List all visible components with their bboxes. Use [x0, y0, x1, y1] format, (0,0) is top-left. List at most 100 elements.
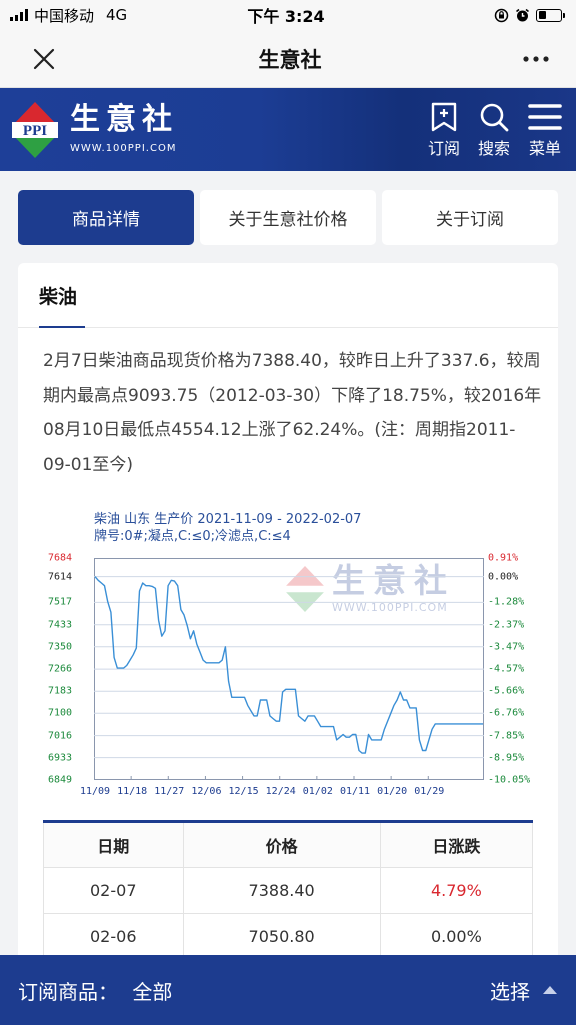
subscription-bottom-bar: 订阅商品： 全部 选择 — [0, 955, 576, 1025]
product-description: 2月7日柴油商品现货价格为7388.40，较昨日上升了337.6，较周期内最高点… — [43, 351, 542, 475]
close-button[interactable] — [24, 39, 64, 79]
y-tick-label: 7350 — [48, 641, 73, 653]
battery-icon — [536, 8, 565, 22]
brand-bar: PPI 生意社 WWW.100PPI.COM 订阅 搜索 菜单 — [0, 88, 576, 171]
pct-tick-label: -8.95% — [488, 752, 525, 764]
subscription-label: 订阅商品： — [18, 979, 118, 1004]
price-table-wrap: 日期 价格 日涨跌 02-07 7388.40 4.79% 02-06 7050… — [18, 796, 558, 960]
menu-button[interactable]: 菜单 — [528, 101, 562, 159]
y-tick-label: 7183 — [48, 685, 73, 697]
chart-title: 柴油 山东 生产价 2021-11-09 - 2022-02-07 — [94, 512, 362, 527]
tab-about-subscription[interactable]: 关于订阅 — [382, 190, 558, 245]
x-tick-label: 12/24 — [265, 786, 296, 797]
x-tick-label: 12/15 — [228, 786, 259, 797]
header-date: 日期 — [43, 821, 184, 868]
table-row: 02-07 7388.40 4.79% — [43, 867, 534, 914]
y-tick-label: 7016 — [48, 730, 73, 742]
svg-text:PPI: PPI — [23, 123, 47, 139]
x-tick-label: 01/20 — [377, 786, 408, 797]
status-time: 下午 3:24 — [247, 7, 325, 26]
y-tick-label: 7433 — [48, 619, 73, 631]
tab-product-detail[interactable]: 商品详情 — [18, 190, 194, 245]
menu-icon — [528, 103, 562, 130]
x-tick-label: 11/27 — [154, 786, 185, 797]
page-title: 生意社 — [258, 47, 322, 72]
close-icon — [33, 48, 55, 69]
title-underline — [39, 326, 85, 328]
select-label: 选择 — [490, 979, 530, 1004]
titlebar: 生意社 — [0, 30, 576, 88]
header-change: 日涨跌 — [379, 821, 534, 868]
y-tick-label: 7100 — [48, 707, 73, 719]
pct-tick-label: -10.05% — [488, 774, 531, 786]
pct-tick-label: -3.47% — [488, 641, 525, 653]
subscribe-label: 订阅 — [427, 138, 460, 158]
header-price: 价格 — [182, 821, 381, 868]
product-card: 柴油 2月7日柴油商品现货价格为7388.40，较昨日上升了337.6，较周期内… — [18, 263, 558, 960]
y-tick-label: 7517 — [48, 596, 73, 608]
rotation-lock-icon — [494, 8, 509, 22]
search-label: 搜索 — [477, 138, 510, 158]
more-icon — [523, 55, 549, 62]
menu-label: 菜单 — [528, 138, 561, 158]
status-left: 中国移动 4G — [10, 5, 200, 26]
status-bar: 中国移动 4G 下午 3:24 — [0, 0, 576, 30]
price-series-line — [94, 576, 483, 754]
network-label: 4G — [106, 6, 128, 24]
pct-tick-label: 0.91% — [488, 552, 519, 564]
carrier-label: 中国移动 — [34, 6, 95, 25]
tab-bar: 商品详情 关于生意社价格 关于订阅 — [0, 171, 576, 263]
ppi-logo-icon: PPI — [12, 101, 58, 158]
row-change: 4.79% — [379, 867, 534, 914]
y-tick-label: 6849 — [48, 774, 73, 786]
pct-tick-label: -4.57% — [488, 663, 525, 675]
row-date: 02-07 — [43, 867, 184, 914]
row-price: 7050.80 — [182, 913, 381, 960]
row-price: 7388.40 — [182, 867, 381, 914]
y-tick-label: 7266 — [48, 663, 73, 675]
status-right — [372, 8, 565, 23]
pct-tick-label: -5.66% — [488, 685, 525, 697]
x-tick-label: 01/02 — [302, 786, 333, 797]
table-header-row: 日期 价格 日涨跌 — [43, 821, 534, 868]
product-header: 柴油 — [18, 263, 558, 328]
brand-url: WWW.100PPI.COM — [70, 143, 177, 154]
y-tick-label: 7614 — [48, 571, 73, 583]
caret-up-icon — [543, 986, 557, 994]
x-tick-label: 11/09 — [79, 786, 111, 797]
row-date: 02-06 — [43, 913, 184, 960]
chart-title-block: 柴油 山东 生产价 2021-11-09 - 2022-02-07 牌号:0#;… — [94, 511, 361, 545]
alarm-icon — [516, 8, 529, 21]
bookmark-plus-icon — [431, 102, 457, 131]
subscription-value: 全部 — [132, 979, 173, 1004]
table-row: 02-06 7050.80 0.00% — [43, 913, 534, 960]
select-button[interactable]: 选择 — [490, 976, 558, 1005]
price-chart-section: 柴油 山东 生产价 2021-11-09 - 2022-02-07 牌号:0#;… — [18, 506, 558, 797]
more-button[interactable] — [516, 39, 556, 79]
signal-icon — [10, 9, 28, 21]
y-tick-label: 7684 — [48, 552, 73, 564]
pct-tick-label: 0.00% — [488, 571, 519, 583]
search-button[interactable]: 搜索 — [478, 101, 510, 159]
x-tick-label: 01/29 — [414, 786, 445, 797]
x-tick-label: 12/06 — [191, 786, 222, 797]
subscription-filter: 订阅商品： 全部 — [18, 976, 172, 1005]
product-name: 柴油 — [39, 285, 78, 308]
subscribe-button[interactable]: 订阅 — [428, 101, 460, 159]
row-change: 0.00% — [379, 913, 534, 960]
tab-about-price[interactable]: 关于生意社价格 — [200, 190, 376, 245]
price-table: 日期 价格 日涨跌 02-07 7388.40 4.79% 02-06 7050… — [43, 820, 534, 960]
brand-name: 生意社 — [70, 102, 178, 137]
search-icon — [480, 103, 509, 131]
pct-tick-label: -7.85% — [488, 730, 525, 742]
y-tick-label: 6933 — [48, 752, 73, 764]
x-tick-label: 11/18 — [117, 786, 148, 797]
pct-tick-label: -6.76% — [488, 707, 525, 719]
brand-nav: 订阅 搜索 菜单 — [428, 101, 562, 159]
brand-logo-link[interactable]: PPI 生意社 WWW.100PPI.COM — [12, 101, 178, 158]
price-line-chart — [94, 558, 484, 780]
x-tick-label: 01/11 — [339, 786, 371, 797]
pct-tick-label: -1.28% — [488, 596, 525, 608]
chart-subtitle: 牌号:0#;凝点,C:≤0;冷滤点,C:≤4 — [94, 529, 291, 544]
pct-tick-label: -2.37% — [488, 619, 525, 631]
